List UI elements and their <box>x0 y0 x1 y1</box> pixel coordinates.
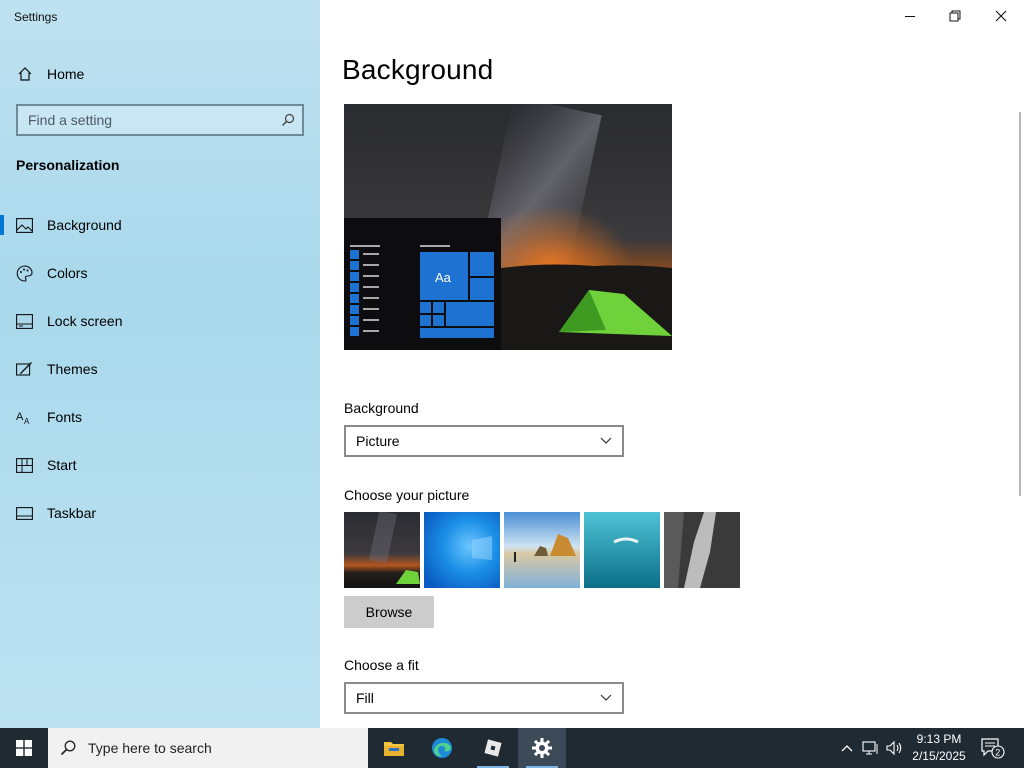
sidebar-item-label: Start <box>47 457 77 473</box>
fonts-icon: AA <box>16 409 33 426</box>
picture-milky-way <box>344 512 420 588</box>
settings-search-input[interactable] <box>28 112 274 128</box>
close-icon <box>995 10 1007 22</box>
desktop-preview: Aa <box>344 104 672 350</box>
picture-windows-blue <box>424 512 500 588</box>
picture-thumbnail-windows[interactable] <box>424 512 500 588</box>
picture-thumbnail-underwater[interactable] <box>584 512 660 588</box>
edge-icon <box>432 738 452 758</box>
home-icon <box>16 66 33 83</box>
chevron-down-icon <box>600 694 612 701</box>
taskbar-app-settings[interactable] <box>518 728 566 768</box>
background-type-value: Picture <box>356 433 400 449</box>
settings-search[interactable] <box>16 104 304 136</box>
notification-count: 2 <box>995 748 1000 758</box>
picture-thumbnail-beach[interactable] <box>504 512 580 588</box>
windows-logo-icon <box>16 740 32 756</box>
background-type-dropdown[interactable]: Picture <box>344 425 624 457</box>
preview-tile-label: Aa <box>435 270 452 285</box>
close-button[interactable] <box>978 0 1024 32</box>
app-title: Settings <box>14 10 58 24</box>
picture-thumbnail-milky-way[interactable] <box>344 512 420 588</box>
svg-text:A: A <box>16 411 24 423</box>
choose-fit-label: Choose a fit <box>344 657 419 673</box>
speaker-icon <box>886 740 902 756</box>
sidebar-item-label: Background <box>47 217 122 233</box>
minimize-icon <box>905 16 915 17</box>
sidebar-item-lock-screen[interactable]: Lock screen <box>0 301 320 341</box>
sidebar-item-start[interactable]: Start <box>0 445 320 485</box>
gear-icon <box>532 738 552 758</box>
taskbar: Type here to search 9:13 PM 2/15/2025 2 <box>0 728 1024 768</box>
sidebar-item-background[interactable]: Background <box>0 205 320 245</box>
palette-icon <box>16 264 33 282</box>
action-center-button[interactable]: 2 <box>978 728 1008 768</box>
taskbar-icon <box>16 505 33 522</box>
folder-icon <box>384 742 404 756</box>
sidebar-item-label: Fonts <box>47 409 83 425</box>
clock-date: 2/15/2025 <box>912 749 966 763</box>
selection-indicator <box>0 215 4 235</box>
page-title: Background <box>342 54 494 85</box>
show-hidden-icons-button[interactable] <box>838 728 856 768</box>
sidebar-item-fonts[interactable]: AA Fonts <box>0 397 320 437</box>
svg-text:A: A <box>24 417 30 425</box>
restore-button[interactable] <box>932 0 978 32</box>
sidebar-item-taskbar[interactable]: Taskbar <box>0 493 320 533</box>
section-title: Personalization <box>16 157 120 173</box>
minimize-button[interactable] <box>887 0 933 32</box>
background-label: Background <box>344 400 419 416</box>
sidebar-item-themes[interactable]: Themes <box>0 349 320 389</box>
clock-time: 9:13 PM <box>916 732 962 746</box>
sidebar-item-label: Lock screen <box>47 313 123 329</box>
sidebar: Settings Home Personalization Background… <box>0 0 320 728</box>
sidebar-item-label: Taskbar <box>47 505 97 521</box>
taskbar-clock[interactable]: 9:13 PM 2/15/2025 <box>906 731 972 765</box>
picture-underwater <box>584 512 660 588</box>
lock-screen-icon <box>16 313 33 330</box>
choose-picture-label: Choose your picture <box>344 487 470 503</box>
taskbar-app-edge[interactable] <box>418 728 466 768</box>
themes-icon <box>16 361 33 378</box>
volume-tray-button[interactable] <box>884 728 906 768</box>
picture-icon <box>16 217 33 234</box>
restore-icon <box>949 10 961 22</box>
home-label: Home <box>47 66 85 82</box>
fit-value: Fill <box>356 690 374 706</box>
sidebar-item-label: Themes <box>47 361 98 377</box>
notification-icon: 2 <box>981 738 1005 759</box>
picture-thumbnail-cliff[interactable] <box>664 512 740 588</box>
taskbar-app-roblox[interactable] <box>469 728 517 768</box>
sidebar-item-colors[interactable]: Colors <box>0 253 320 293</box>
roblox-icon <box>484 739 502 757</box>
taskbar-search[interactable]: Type here to search <box>48 728 368 768</box>
search-icon[interactable] <box>274 113 302 127</box>
network-icon <box>862 741 878 755</box>
fit-dropdown[interactable]: Fill <box>344 682 624 714</box>
chevron-down-icon <box>600 437 612 444</box>
chevron-up-icon <box>841 745 853 752</box>
sidebar-item-label: Colors <box>47 265 88 281</box>
home-nav-item[interactable]: Home <box>16 62 84 86</box>
search-icon <box>60 740 76 756</box>
preview-image: Aa <box>344 104 672 350</box>
scrollbar[interactable] <box>1019 112 1021 496</box>
start-icon <box>16 457 33 474</box>
taskbar-search-placeholder: Type here to search <box>88 740 212 756</box>
picture-rock-cliff <box>664 512 740 588</box>
network-tray-button[interactable] <box>860 728 882 768</box>
browse-button[interactable]: Browse <box>344 596 434 628</box>
picture-beach-rocks <box>504 512 580 588</box>
taskbar-app-file-explorer[interactable] <box>370 728 418 768</box>
start-button[interactable] <box>0 728 48 768</box>
